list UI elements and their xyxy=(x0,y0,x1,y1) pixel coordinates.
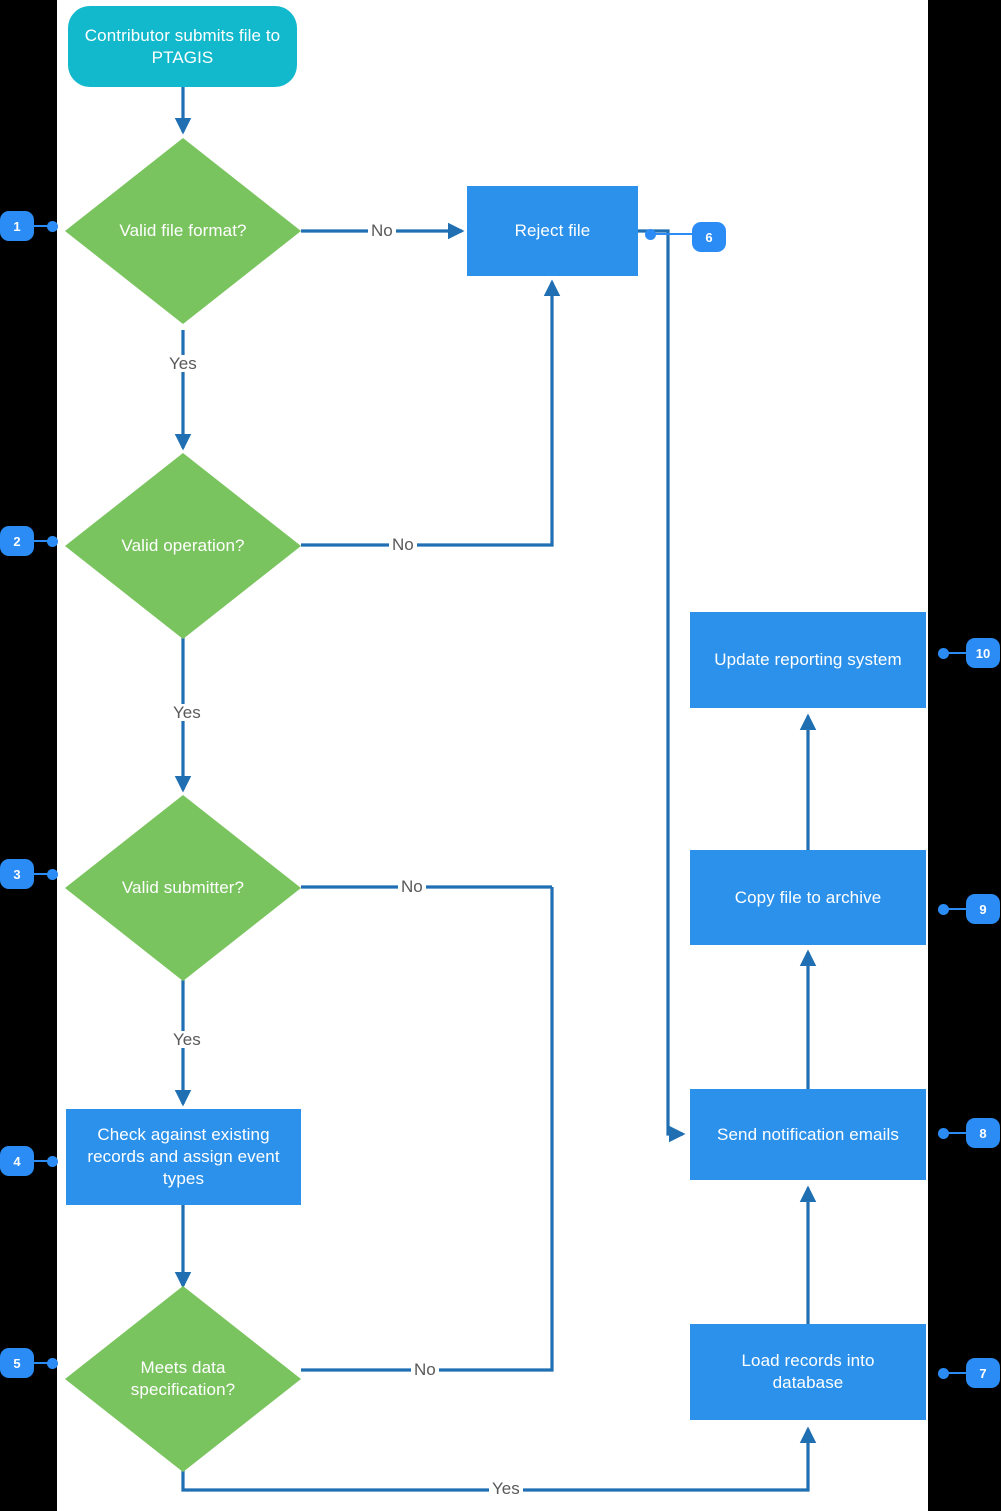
badge-7-label: 7 xyxy=(979,1365,987,1381)
badge-1-label: 1 xyxy=(13,218,21,234)
node-decision-valid-file-format[interactable]: Valid file format? xyxy=(65,138,301,324)
badge-6[interactable]: 6 xyxy=(692,222,726,252)
edge-d2-no xyxy=(301,279,561,547)
edge-label-d1-yes: Yes xyxy=(166,355,200,372)
badge-8[interactable]: 8 xyxy=(966,1118,1000,1148)
badge-7[interactable]: 7 xyxy=(966,1358,1000,1388)
node-start[interactable]: Contributor submits file to PTAGIS xyxy=(68,6,297,87)
node-process-label: Check against existing records and assig… xyxy=(87,1125,280,1188)
badge-9-connector xyxy=(947,908,967,910)
badge-6-label: 6 xyxy=(705,229,713,245)
edge-label-d5-yes: Yes xyxy=(489,1480,523,1497)
node-decision-label: Meets data specification? xyxy=(130,1358,236,1399)
edge-reject-to-notify xyxy=(638,229,686,1143)
node-process-update-reporting-system[interactable]: Update reporting system xyxy=(690,612,926,708)
badge-9[interactable]: 9 xyxy=(966,894,1000,924)
badge-7-connector xyxy=(947,1372,967,1374)
edge-label-d2-no: No xyxy=(389,536,417,553)
node-process-reject-file[interactable]: Reject file xyxy=(467,186,638,276)
badge-3[interactable]: 3 xyxy=(0,859,34,889)
badge-10[interactable]: 10 xyxy=(966,638,1000,668)
node-process-label: Reject file xyxy=(514,221,591,241)
badge-2[interactable]: 2 xyxy=(0,526,34,556)
badge-8-connector xyxy=(947,1132,967,1134)
node-process-label: Load records into database xyxy=(741,1351,875,1392)
node-process-send-notification-emails[interactable]: Send notification emails xyxy=(690,1089,926,1180)
node-process-label: Update reporting system xyxy=(714,650,902,670)
node-start-label: Contributor submits file to PTAGIS xyxy=(84,25,281,67)
badge-9-label: 9 xyxy=(979,901,987,917)
badge-3-dot xyxy=(47,869,58,880)
node-decision-label: Valid file format? xyxy=(119,221,247,241)
badge-10-connector xyxy=(947,652,967,654)
badge-1-dot xyxy=(47,221,58,232)
edge-label-d3-yes: Yes xyxy=(170,1031,204,1048)
badge-2-label: 2 xyxy=(13,533,21,549)
badge-6-connector xyxy=(654,233,692,235)
badge-5-label: 5 xyxy=(13,1355,21,1371)
node-process-check-existing-records[interactable]: Check against existing records and assig… xyxy=(66,1109,301,1205)
badge-4-dot xyxy=(47,1156,58,1167)
node-process-label: Copy file to archive xyxy=(734,887,882,907)
node-process-load-records[interactable]: Load records into database xyxy=(690,1324,926,1420)
badge-2-dot xyxy=(47,536,58,547)
flowchart-canvas: Contributor submits file to PTAGIS Valid… xyxy=(0,0,1001,1511)
badge-4-label: 4 xyxy=(13,1153,21,1169)
badge-5[interactable]: 5 xyxy=(0,1348,34,1378)
edge-label-d1-no: No xyxy=(368,222,396,239)
badge-4[interactable]: 4 xyxy=(0,1146,34,1176)
edge-label-d5-no: No xyxy=(411,1361,439,1378)
badge-5-dot xyxy=(47,1358,58,1369)
node-process-label: Send notification emails xyxy=(717,1124,899,1144)
edge-label-d2-yes: Yes xyxy=(170,704,204,721)
edge-d5-no xyxy=(301,887,554,1372)
edge-label-d3-no: No xyxy=(398,878,426,895)
node-decision-label: Valid operation? xyxy=(121,536,245,556)
node-decision-valid-operation[interactable]: Valid operation? xyxy=(65,453,301,639)
badge-8-label: 8 xyxy=(979,1125,987,1141)
badge-1[interactable]: 1 xyxy=(0,211,34,241)
badge-3-label: 3 xyxy=(13,866,21,882)
node-decision-valid-submitter[interactable]: Valid submitter? xyxy=(65,795,301,981)
node-decision-meets-data-specification[interactable]: Meets data specification? xyxy=(65,1286,301,1472)
badge-10-label: 10 xyxy=(975,645,991,661)
node-decision-label: Valid submitter? xyxy=(121,878,245,898)
node-process-copy-file-archive[interactable]: Copy file to archive xyxy=(690,850,926,945)
